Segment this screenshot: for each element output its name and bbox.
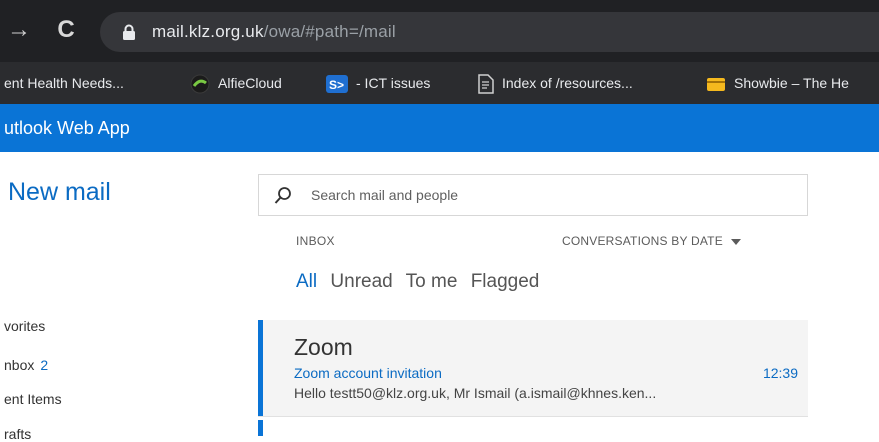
filter-all[interactable]: All bbox=[296, 271, 317, 292]
folder-inbox[interactable]: nbox 2 bbox=[4, 357, 48, 373]
bookmark-label: Index of /resources... bbox=[502, 75, 633, 91]
folder-label: ent Items bbox=[4, 391, 62, 407]
bookmark-label: ent Health Needs... bbox=[4, 75, 124, 91]
search-icon bbox=[274, 187, 291, 204]
message-item[interactable] bbox=[258, 420, 808, 436]
filter-unread[interactable]: Unread bbox=[330, 271, 392, 292]
bookmark-label: Showbie – The He bbox=[734, 75, 849, 91]
folder-label: rafts bbox=[4, 426, 32, 442]
bookmark-ict-issues[interactable]: S> - ICT issues bbox=[326, 62, 430, 104]
address-url[interactable]: mail.klz.org.uk/owa/#path=/mail bbox=[152, 20, 396, 44]
unread-indicator bbox=[258, 420, 263, 436]
bookmarks-bar: ent Health Needs... AlfieCloud S> - ICT … bbox=[0, 62, 879, 104]
reload-icon[interactable]: C bbox=[50, 16, 82, 44]
browser-toolbar: → C mail.klz.org.uk/owa/#path=/mail bbox=[0, 0, 879, 62]
file-icon bbox=[478, 74, 494, 95]
message-sender: Zoom bbox=[294, 334, 353, 360]
filter-bar: All Unread To me Flagged bbox=[296, 271, 547, 293]
app-title: utlook Web App bbox=[4, 118, 130, 138]
message-item[interactable]: Zoom Zoom account invitation 12:39 Hello… bbox=[258, 320, 808, 416]
folder-favorites[interactable]: vorites bbox=[4, 318, 45, 334]
sort-dropdown[interactable]: CONVERSATIONS BY DATE bbox=[562, 234, 741, 248]
folder-heading: INBOX bbox=[296, 234, 335, 248]
search-input[interactable] bbox=[311, 175, 791, 215]
url-path: /owa/#path=/mail bbox=[263, 22, 396, 41]
bookmark-alfiecloud[interactable]: AlfieCloud bbox=[190, 62, 282, 104]
unread-count: 2 bbox=[40, 357, 49, 373]
forward-arrow-icon[interactable]: → bbox=[2, 16, 36, 44]
message-subject: Zoom account invitation bbox=[294, 365, 442, 381]
bookmark-label: AlfieCloud bbox=[218, 75, 282, 91]
folder-drafts[interactable]: rafts bbox=[4, 426, 31, 442]
message-preview: Hello testt50@klz.org.uk, Mr Ismail (a.i… bbox=[294, 385, 657, 401]
bookmark-showbie[interactable]: Showbie – The He bbox=[706, 62, 849, 104]
svg-text:S>: S> bbox=[329, 78, 344, 92]
bookmark-label: - ICT issues bbox=[356, 75, 431, 91]
list-divider bbox=[258, 416, 808, 417]
showbie-icon bbox=[707, 78, 725, 92]
lock-icon bbox=[123, 24, 135, 40]
message-time: 12:39 bbox=[762, 365, 798, 381]
sharepoint-icon: S> bbox=[326, 75, 348, 94]
sort-label: CONVERSATIONS BY DATE bbox=[562, 234, 723, 248]
alfiecloud-icon bbox=[190, 74, 210, 94]
folder-sent-items[interactable]: ent Items bbox=[4, 391, 62, 407]
new-mail-button[interactable]: New mail bbox=[8, 178, 111, 207]
filter-flagged[interactable]: Flagged bbox=[471, 271, 540, 292]
bookmark-index-resources[interactable]: Index of /resources... bbox=[478, 62, 633, 104]
url-host: mail.klz.org.uk bbox=[152, 22, 264, 41]
selection-indicator bbox=[258, 320, 263, 416]
filter-to-me[interactable]: To me bbox=[406, 271, 458, 292]
folder-label: nbox bbox=[4, 357, 35, 373]
search-box[interactable] bbox=[258, 174, 808, 216]
bookmark-health-needs[interactable]: ent Health Needs... bbox=[4, 62, 124, 104]
folder-label: vorites bbox=[4, 318, 46, 334]
chevron-down-icon bbox=[730, 238, 741, 245]
app-header: utlook Web App bbox=[0, 104, 879, 152]
